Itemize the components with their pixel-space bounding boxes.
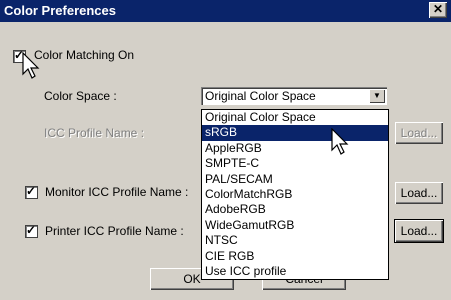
color-space-label: Color Space :: [44, 89, 117, 103]
color-matching-label: Color Matching On: [34, 48, 135, 62]
printer-icc-checkbox[interactable]: ✓: [25, 223, 38, 238]
monitor-icc-checkbox[interactable]: ✓: [25, 184, 38, 199]
dropdown-option[interactable]: NTSC: [202, 233, 388, 248]
dropdown-option[interactable]: Use ICC profile: [202, 264, 388, 279]
color-preferences-dialog: Color Preferences ✕ ✓ Color Matching On …: [0, 0, 451, 300]
close-button[interactable]: ✕: [429, 2, 447, 18]
checkmark-icon: ✓: [26, 223, 37, 237]
mouse-pointer-icon: [22, 52, 40, 79]
color-space-selected-value: Original Color Space: [205, 89, 316, 103]
checkmark-icon: ✓: [26, 184, 37, 198]
dropdown-option[interactable]: ColorMatchRGB: [202, 187, 388, 202]
printer-icc-label: Printer ICC Profile Name :: [45, 224, 184, 238]
icc-profile-load-button[interactable]: Load...: [395, 122, 443, 144]
dropdown-option[interactable]: SMPTE-C: [202, 156, 388, 171]
dropdown-option[interactable]: WideGamutRGB: [202, 218, 388, 233]
title-bar: Color Preferences ✕: [0, 0, 451, 22]
dropdown-option[interactable]: CIE RGB: [202, 249, 388, 264]
dropdown-option[interactable]: AdobeRGB: [202, 202, 388, 217]
dropdown-option-highlighted[interactable]: sRGB: [202, 125, 388, 141]
color-space-dropdown-list[interactable]: Original Color Space sRGB AppleRGB SMPTE…: [201, 109, 389, 281]
monitor-icc-label: Monitor ICC Profile Name :: [45, 185, 189, 199]
dialog-title: Color Preferences: [4, 3, 116, 18]
dropdown-option[interactable]: Original Color Space: [202, 110, 388, 125]
dropdown-option[interactable]: AppleRGB: [202, 141, 388, 156]
icc-profile-label: ICC Profile Name :: [44, 126, 145, 140]
mouse-pointer-icon: [331, 128, 349, 155]
monitor-load-button[interactable]: Load...: [395, 182, 443, 204]
dropdown-option[interactable]: PAL/SECAM: [202, 172, 388, 187]
color-space-select[interactable]: Original Color Space ▼: [201, 87, 387, 105]
close-icon: ✕: [432, 2, 444, 16]
printer-load-button[interactable]: Load...: [394, 219, 444, 243]
chevron-down-icon[interactable]: ▼: [369, 89, 385, 103]
